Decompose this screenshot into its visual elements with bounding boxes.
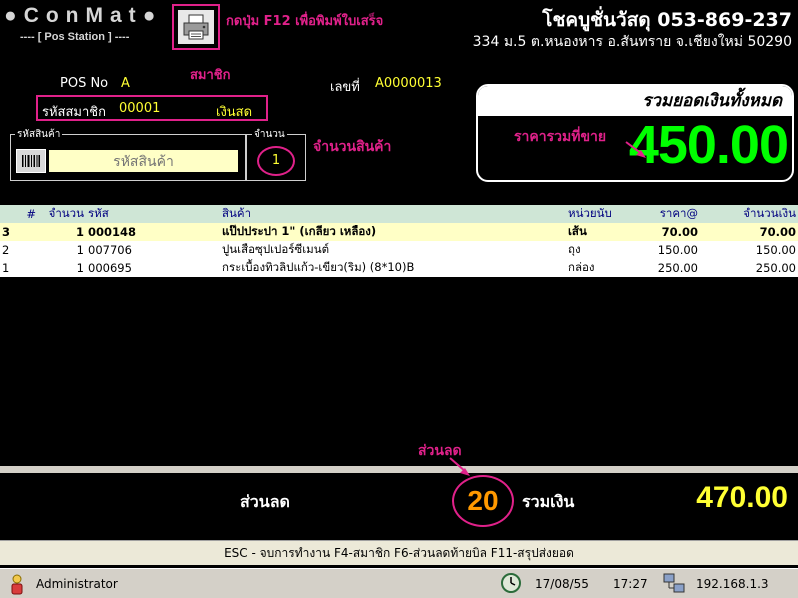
barcode-icon [22,155,40,167]
cell-index: 2 [0,241,38,259]
status-date: 17/08/55 [535,577,589,591]
cell-product: กระเบื้องทิวลิปแก้ว-เขียว(ริม) (8*10)B [220,259,566,277]
sale-total-annotation: ราคารวมที่ขาย [514,129,607,145]
cell-qty: 1 [38,223,86,241]
cell-unit: เส้น [566,223,638,241]
col-qty[interactable]: จำนวน [38,205,86,223]
station-label: ---- [ Pos Station ] ---- [20,31,130,43]
cell-code: 000695 [86,259,220,277]
clock-icon [501,573,521,593]
status-ip: 192.168.1.3 [696,577,769,591]
table-header: # จำนวน รหัส สินค้า หน่วยนับ ราคา@ จำนวน… [0,205,798,223]
barcode-button[interactable] [16,149,46,173]
member-code-value: 00001 [119,101,161,116]
cell-qty: 1 [38,259,86,277]
quantity-label: จำนวน [252,127,287,142]
product-group-label: รหัสสินค้า [15,127,63,142]
arrow-annotation [449,457,470,476]
discount-label: ส่วนลด [240,492,290,511]
status-bar: Administrator 17/08/55 17:27 192.168.1.3 [0,568,798,598]
col-price[interactable]: ราคา@ [638,205,700,223]
cell-qty: 1 [38,241,86,259]
printer-icon [183,14,209,40]
member-annotation: สมาชิก [190,68,231,83]
print-hint: กดปุ่ม F12 เพื่อพิมพ์ใบเสร็จ [226,14,384,29]
cell-price: 70.00 [638,223,700,241]
cell-price: 150.00 [638,241,700,259]
col-product[interactable]: สินค้า [220,205,566,223]
brand-logo: ●ConMat● [4,4,163,27]
product-code-input[interactable] [49,150,238,172]
table-row[interactable]: 3 1 000148 แป๊ปประปา 1" (เกลียว เหลือง) … [0,223,798,241]
cell-code: 007706 [86,241,220,259]
cell-product: แป๊ปประปา 1" (เกลียว เหลือง) [220,223,566,241]
grand-total-title: รวมยอดเงินทั้งหมด [478,86,792,116]
cell-price: 250.00 [638,259,700,277]
status-time: 17:27 [613,577,648,591]
cell-product: ปูนเสือซุปเปอร์ซีเมนต์ [220,241,566,259]
member-code-label: รหัสสมาชิก [42,105,106,120]
col-unit[interactable]: หน่วยนับ [566,205,638,223]
table-row[interactable]: 2 1 007706 ปูนเสือซุปเปอร์ซีเมนต์ ถุง 15… [0,241,798,259]
payment-type: เงินสด [216,105,253,120]
items-table[interactable]: # จำนวน รหัส สินค้า หน่วยนับ ราคา@ จำนวน… [0,205,798,467]
doc-no-value: A0000013 [375,76,442,91]
shortcut-bar: ESC - จบการทำงาน F4-สมาชิก F6-ส่วนลดท้าย… [0,540,798,565]
cell-index: 1 [0,259,38,277]
user-icon [11,574,23,595]
cell-amount: 150.00 [700,241,798,259]
grand-total-amount: 450.00 [628,115,789,175]
quantity-input[interactable]: 1 [257,146,295,176]
sum-value: 470.00 [696,481,788,514]
pos-no-value: A [121,76,130,91]
pos-no-label: POS No [60,76,109,91]
col-index[interactable]: # [0,205,38,223]
print-button[interactable] [172,4,220,50]
arrow-annotation [625,141,646,158]
cell-amount: 250.00 [700,259,798,277]
network-icon [663,573,685,593]
shop-address: 334 ม.5 ต.หนองหาร อ.สันทราย จ.เชียงใหม่ … [472,34,792,50]
col-amount[interactable]: จำนวนเงิน [700,205,798,223]
quantity-annotation: จำนวนสินค้า [313,139,392,155]
separator-bar [0,466,798,473]
cell-index: 3 [0,223,38,241]
cell-code: 000148 [86,223,220,241]
table-row[interactable]: 1 1 000695 กระเบื้องทิวลิปแก้ว-เขียว(ริม… [0,259,798,277]
sum-label: รวมเงิน [522,492,575,511]
cell-unit: กล่อง [566,259,638,277]
doc-no-label: เลขที่ [330,80,360,95]
cell-unit: ถุง [566,241,638,259]
discount-value[interactable]: 20 [452,475,514,527]
col-code[interactable]: รหัส [86,205,220,223]
cell-amount: 70.00 [700,223,798,241]
status-user: Administrator [36,577,118,591]
